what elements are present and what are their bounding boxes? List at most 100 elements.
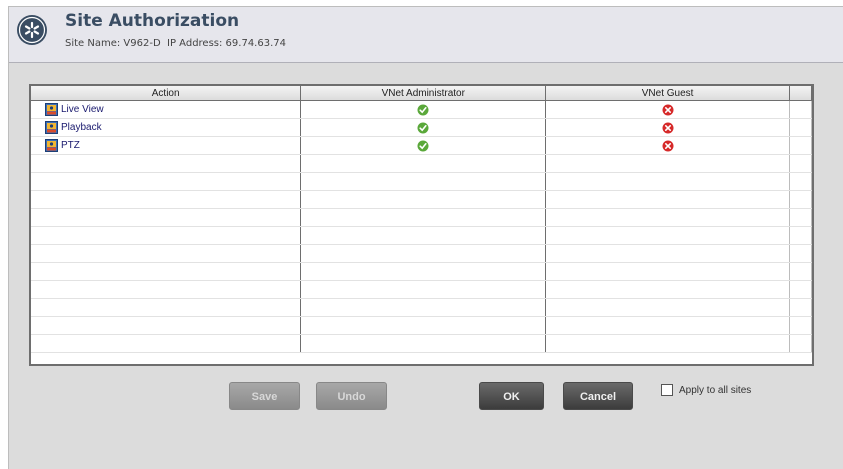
denied-x-icon <box>662 122 674 133</box>
action-cell[interactable]: Playback <box>31 118 302 137</box>
action-label: PTZ <box>61 140 80 152</box>
apply-to-all-sites-option[interactable]: Apply to all sites <box>661 384 751 396</box>
apply-to-all-sites-checkbox[interactable] <box>661 384 673 396</box>
empty-cell <box>300 298 547 317</box>
empty-cell <box>31 226 302 245</box>
empty-cell <box>300 172 547 191</box>
empty-row <box>31 280 812 299</box>
empty-cell <box>300 154 547 173</box>
empty-row <box>31 190 812 209</box>
empty-cell <box>31 154 302 173</box>
empty-cell <box>300 334 547 353</box>
camera-action-icon <box>45 121 58 134</box>
guest-permission-cell[interactable] <box>545 100 790 119</box>
denied-x-icon <box>662 104 674 115</box>
empty-row <box>31 226 812 245</box>
empty-cell <box>545 190 790 209</box>
header: Site Authorization Site Name: V962-D IP … <box>9 7 843 63</box>
empty-cell <box>300 244 547 263</box>
empty-cell <box>31 334 302 353</box>
denied-x-icon <box>662 140 674 151</box>
empty-cell <box>789 334 812 353</box>
empty-cell <box>545 280 790 299</box>
empty-row <box>31 262 812 281</box>
empty-cell <box>789 190 812 209</box>
empty-cell <box>789 244 812 263</box>
filler-cell <box>789 118 812 137</box>
admin-permission-cell[interactable] <box>300 118 547 137</box>
empty-cell <box>545 316 790 335</box>
cancel-button[interactable]: Cancel <box>563 382 633 410</box>
site-logo-icon <box>17 15 47 45</box>
empty-cell <box>31 280 302 299</box>
empty-cell <box>545 154 790 173</box>
action-cell[interactable]: Live View <box>31 100 302 119</box>
empty-cell <box>31 262 302 281</box>
empty-cell <box>545 208 790 227</box>
empty-cell <box>789 298 812 317</box>
column-header-action[interactable]: Action <box>31 86 302 101</box>
empty-row <box>31 298 812 317</box>
save-button[interactable]: Save <box>229 382 300 410</box>
empty-cell <box>300 316 547 335</box>
empty-cell <box>300 226 547 245</box>
authorization-grid: Action VNet Administrator VNet Guest Liv… <box>31 86 812 353</box>
empty-cell <box>545 172 790 191</box>
empty-cell <box>31 316 302 335</box>
empty-cell <box>789 316 812 335</box>
empty-cell <box>545 244 790 263</box>
empty-row <box>31 172 812 191</box>
admin-permission-cell[interactable] <box>300 100 547 119</box>
filler-cell <box>789 100 812 119</box>
empty-cell <box>300 262 547 281</box>
action-cell[interactable]: PTZ <box>31 136 302 155</box>
page-title: Site Authorization <box>65 11 240 31</box>
empty-cell <box>31 172 302 191</box>
camera-action-icon <box>45 139 58 152</box>
allowed-check-icon <box>417 140 429 151</box>
empty-cell <box>789 172 812 191</box>
guest-permission-cell[interactable] <box>545 136 790 155</box>
empty-cell <box>545 298 790 317</box>
authorization-table: Action VNet Administrator VNet Guest Liv… <box>29 84 814 366</box>
empty-row <box>31 154 812 173</box>
undo-button[interactable]: Undo <box>316 382 387 410</box>
empty-cell <box>789 154 812 173</box>
empty-row <box>31 244 812 263</box>
empty-cell <box>300 190 547 209</box>
empty-row <box>31 316 812 335</box>
empty-cell <box>789 208 812 227</box>
empty-cell <box>31 208 302 227</box>
empty-cell <box>789 280 812 299</box>
table-row[interactable]: Live View <box>31 100 812 119</box>
table-row[interactable]: Playback <box>31 118 812 137</box>
action-label: Live View <box>61 104 104 116</box>
empty-cell <box>300 208 547 227</box>
site-authorization-window: Site Authorization Site Name: V962-D IP … <box>8 6 843 469</box>
allowed-check-icon <box>417 104 429 115</box>
empty-cell <box>545 334 790 353</box>
empty-row <box>31 334 812 353</box>
site-info: Site Name: V962-D IP Address: 69.74.63.7… <box>65 38 286 49</box>
table-header-row: Action VNet Administrator VNet Guest <box>31 86 812 101</box>
allowed-check-icon <box>417 122 429 133</box>
empty-cell <box>31 244 302 263</box>
column-header-vnet-administrator[interactable]: VNet Administrator <box>300 86 547 101</box>
empty-cell <box>300 280 547 299</box>
apply-to-all-sites-label: Apply to all sites <box>679 384 752 396</box>
empty-cell <box>31 190 302 209</box>
guest-permission-cell[interactable] <box>545 118 790 137</box>
admin-permission-cell[interactable] <box>300 136 547 155</box>
filler-cell <box>789 136 812 155</box>
column-header-filler <box>789 86 812 101</box>
empty-cell <box>789 226 812 245</box>
empty-cell <box>545 226 790 245</box>
camera-action-icon <box>45 103 58 116</box>
empty-cell <box>545 262 790 281</box>
table-row[interactable]: PTZ <box>31 136 812 155</box>
empty-cell <box>31 298 302 317</box>
action-label: Playback <box>61 122 102 134</box>
ok-button[interactable]: OK <box>479 382 544 410</box>
empty-cell <box>789 262 812 281</box>
column-header-vnet-guest[interactable]: VNet Guest <box>545 86 790 101</box>
